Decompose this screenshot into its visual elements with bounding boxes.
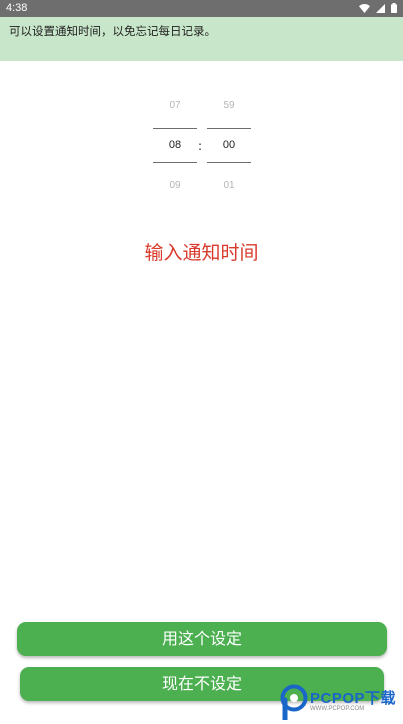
minute-divider-top xyxy=(207,128,251,129)
time-separator: : xyxy=(198,139,203,153)
minute-selected-value[interactable]: 00 xyxy=(207,139,251,151)
hour-next-value[interactable]: 09 xyxy=(153,180,197,191)
hour-prev-value[interactable]: 07 xyxy=(153,100,197,111)
notice-banner: 可以设置通知时间，以免忘记每日记录。 xyxy=(0,17,403,61)
status-icons xyxy=(359,3,397,13)
minute-prev-value[interactable]: 59 xyxy=(207,100,251,111)
status-time: 4:38 xyxy=(6,2,28,14)
hour-selected-value[interactable]: 08 xyxy=(153,139,197,151)
battery-icon xyxy=(391,3,397,13)
minute-next-value[interactable]: 01 xyxy=(207,180,251,191)
watermark: PCPOP下载 WWW.PCPOP.COM xyxy=(280,684,403,723)
time-picker: 07 08 09 : 59 00 01 xyxy=(0,95,403,205)
watermark-brand: PCPOP下载 xyxy=(310,690,397,707)
prompt-title: 输入通知时间 xyxy=(144,242,259,264)
minute-divider-bottom xyxy=(207,162,251,163)
signal-icon xyxy=(376,3,385,13)
watermark-subtitle: WWW.PCPOP.COM xyxy=(310,706,365,712)
wifi-icon xyxy=(359,3,370,13)
hour-divider-top xyxy=(153,128,197,129)
notice-text: 可以设置通知时间，以免忘记每日记录。 xyxy=(9,24,216,38)
status-bar: 4:38 xyxy=(0,0,403,17)
hour-divider-bottom xyxy=(153,162,197,163)
use-setting-button[interactable]: 用这个设定 xyxy=(17,622,387,656)
pcpop-logo-icon xyxy=(280,684,308,724)
